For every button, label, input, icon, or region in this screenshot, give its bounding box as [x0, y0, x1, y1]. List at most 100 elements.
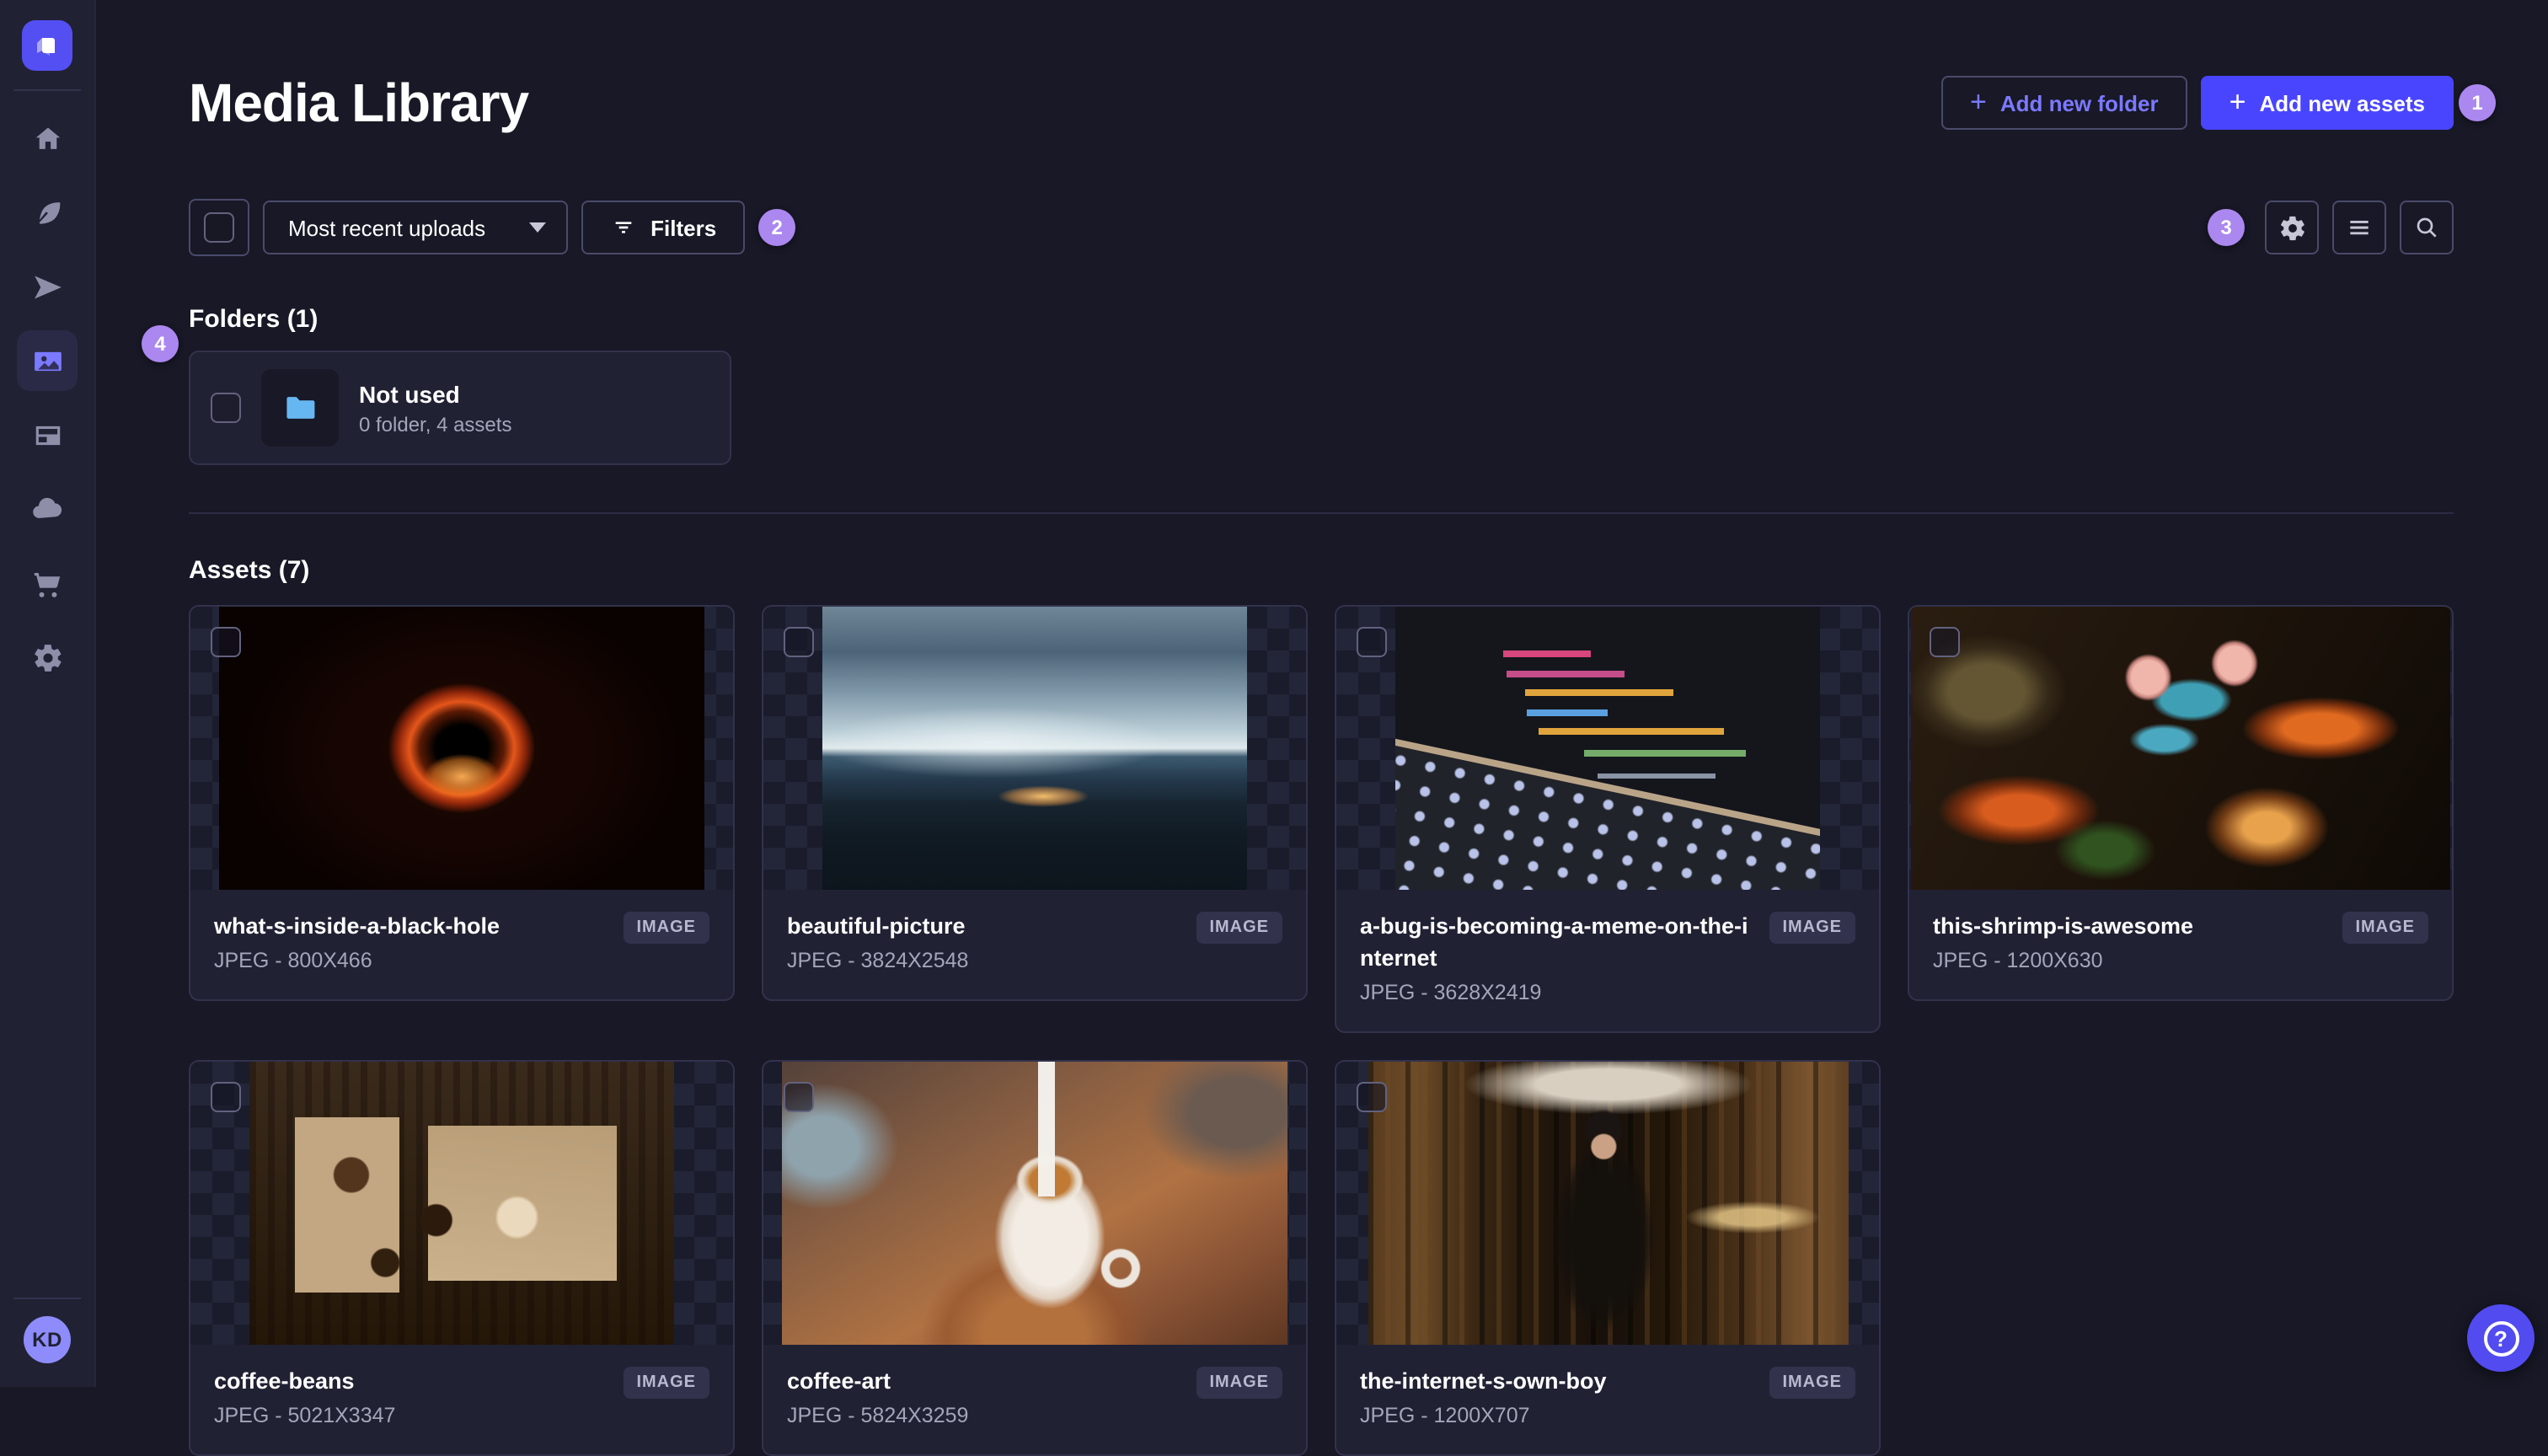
content-manager-icon — [36, 201, 60, 223]
user-avatar[interactable]: KD — [24, 1316, 71, 1363]
sidebar-footer: KD — [0, 1279, 94, 1387]
asset-meta: JPEG - 5824X3259 — [787, 1404, 969, 1427]
folder-info: Not used 0 folder, 4 assets — [359, 378, 511, 437]
asset-card[interactable]: coffee-beans JPEG - 5021X3347 IMAGE — [189, 1060, 735, 1456]
add-new-folder-button[interactable]: + Add new folder — [1940, 76, 2187, 130]
sidebar: KD — [0, 0, 96, 1387]
plus-icon: + — [2229, 85, 2246, 117]
sidebar-item-content-manager[interactable] — [17, 182, 78, 243]
asset-info: a-bug-is-becoming-a-meme-on-the-internet… — [1360, 910, 1755, 1008]
asset-checkbox[interactable] — [211, 627, 241, 657]
checkbox-icon — [204, 212, 234, 243]
asset-footer: this-shrimp-is-awesome JPEG - 1200X630 I… — [1909, 890, 2452, 999]
asset-card[interactable]: a-bug-is-becoming-a-meme-on-the-internet… — [1335, 605, 1881, 1033]
asset-meta: JPEG - 3824X2548 — [787, 949, 969, 972]
sort-dropdown-value: Most recent uploads — [288, 215, 486, 240]
sidebar-item-media-library[interactable] — [17, 330, 78, 391]
asset-footer: what-s-inside-a-black-hole JPEG - 800X46… — [190, 890, 733, 999]
home-icon — [35, 126, 60, 148]
folders-section: 4 Folders (1) Not used 0 folder, 4 asset… — [142, 303, 2454, 465]
asset-name: what-s-inside-a-black-hole — [214, 913, 500, 939]
library-boy-image — [1368, 1062, 1848, 1345]
add-new-folder-label: Add new folder — [1999, 90, 2159, 115]
sidebar-footer-divider — [13, 1298, 81, 1299]
asset-card[interactable]: beautiful-picture JPEG - 3824X2548 IMAGE — [762, 605, 1308, 1001]
asset-card[interactable]: this-shrimp-is-awesome JPEG - 1200X630 I… — [1908, 605, 2454, 1001]
tour-step-badge-4: 4 — [142, 325, 179, 362]
asset-card[interactable]: the-internet-s-own-boy JPEG - 1200X707 I… — [1335, 1060, 1881, 1456]
folder-card-not-used[interactable]: Not used 0 folder, 4 assets — [189, 351, 731, 465]
list-view-button[interactable] — [2332, 201, 2386, 254]
asset-meta: JPEG - 1200X707 — [1360, 1404, 1530, 1427]
asset-type-badge: IMAGE — [1196, 1367, 1282, 1399]
add-new-assets-button[interactable]: + Add new assets — [2200, 76, 2454, 130]
asset-thumbnail — [190, 1062, 733, 1345]
sidebar-item-settings[interactable] — [17, 627, 78, 688]
asset-name: the-internet-s-own-boy — [1360, 1368, 1607, 1394]
chevron-down-icon — [529, 222, 547, 233]
tour-step-badge-2: 2 — [758, 209, 796, 246]
media-library-icon — [34, 351, 61, 371]
asset-checkbox[interactable] — [211, 1082, 241, 1112]
asset-checkbox[interactable] — [1930, 627, 1960, 657]
tour-step-badge-3: 3 — [2208, 209, 2245, 246]
assets-grid: what-s-inside-a-black-hole JPEG - 800X46… — [189, 605, 2454, 1456]
asset-thumbnail — [1336, 607, 1879, 890]
folder-icon-tile — [261, 369, 339, 447]
sidebar-item-content-type-builder[interactable] — [17, 404, 78, 465]
asset-thumbnail — [763, 607, 1306, 890]
asset-type-badge: IMAGE — [2342, 912, 2428, 944]
sidebar-item-releases[interactable] — [17, 256, 78, 317]
sidebar-item-home[interactable] — [17, 108, 78, 169]
strapi-logo-icon — [37, 38, 55, 56]
search-button[interactable] — [2400, 201, 2454, 254]
list-icon — [2350, 221, 2369, 235]
asset-type-badge: IMAGE — [623, 912, 709, 944]
coffee-art-image — [782, 1062, 1287, 1345]
assets-toolbar: Most recent uploads Filters 2 3 — [189, 199, 2454, 256]
layout-icon — [35, 425, 60, 445]
view-settings-button[interactable] — [2265, 201, 2319, 254]
sort-dropdown[interactable]: Most recent uploads — [263, 201, 569, 254]
asset-card[interactable]: coffee-art JPEG - 5824X3259 IMAGE — [762, 1060, 1308, 1456]
assets-section: Assets (7) what-s-inside-a-black-hole JP… — [189, 554, 2454, 1456]
asset-meta: JPEG - 1200X630 — [1933, 949, 2103, 972]
help-button[interactable]: ? — [2467, 1304, 2535, 1372]
asset-checkbox[interactable] — [784, 1082, 814, 1112]
asset-thumbnail — [1909, 607, 2452, 890]
header-actions: + Add new folder + Add new assets 1 — [1940, 76, 2496, 130]
sidebar-item-deploy[interactable] — [17, 479, 78, 539]
black-hole-image — [219, 607, 704, 890]
asset-type-badge: IMAGE — [1196, 912, 1282, 944]
sidebar-item-marketplace[interactable] — [17, 553, 78, 613]
asset-checkbox[interactable] — [1357, 1082, 1387, 1112]
app-window: KD Media Library + Add new folder + Add … — [0, 0, 2548, 1456]
asset-type-badge: IMAGE — [623, 1367, 709, 1399]
folder-checkbox[interactable] — [211, 393, 241, 423]
asset-meta: JPEG - 3628X2419 — [1360, 981, 1542, 1004]
asset-checkbox[interactable] — [1357, 627, 1387, 657]
filters-button[interactable]: Filters — [581, 201, 746, 254]
section-divider — [189, 512, 2454, 514]
cart-icon — [33, 572, 60, 597]
search-icon — [2417, 217, 2437, 238]
asset-name: coffee-beans — [214, 1368, 355, 1394]
page-header: Media Library + Add new folder + Add new… — [189, 0, 2496, 135]
asset-checkbox[interactable] — [784, 627, 814, 657]
paper-plane-icon — [34, 275, 61, 298]
assets-heading: Assets (7) — [189, 556, 310, 585]
asset-meta: JPEG - 800X466 — [214, 949, 372, 972]
code-laptop-image — [1395, 607, 1820, 890]
asset-footer: a-bug-is-becoming-a-meme-on-the-internet… — [1336, 890, 1879, 1031]
asset-thumbnail — [1336, 1062, 1879, 1345]
folder-subtitle: 0 folder, 4 assets — [359, 412, 512, 436]
asset-card[interactable]: what-s-inside-a-black-hole JPEG - 800X46… — [189, 605, 735, 1001]
strapi-logo[interactable] — [22, 20, 72, 71]
gear-icon — [2280, 215, 2304, 240]
mountains-image — [822, 607, 1247, 890]
select-all-checkbox[interactable] — [189, 199, 249, 256]
asset-info: coffee-beans JPEG - 5021X3347 — [214, 1365, 609, 1431]
asset-name: a-bug-is-becoming-a-meme-on-the-internet — [1360, 913, 1748, 971]
asset-thumbnail — [763, 1062, 1306, 1345]
toolbar-left: Most recent uploads Filters 2 — [189, 199, 796, 256]
